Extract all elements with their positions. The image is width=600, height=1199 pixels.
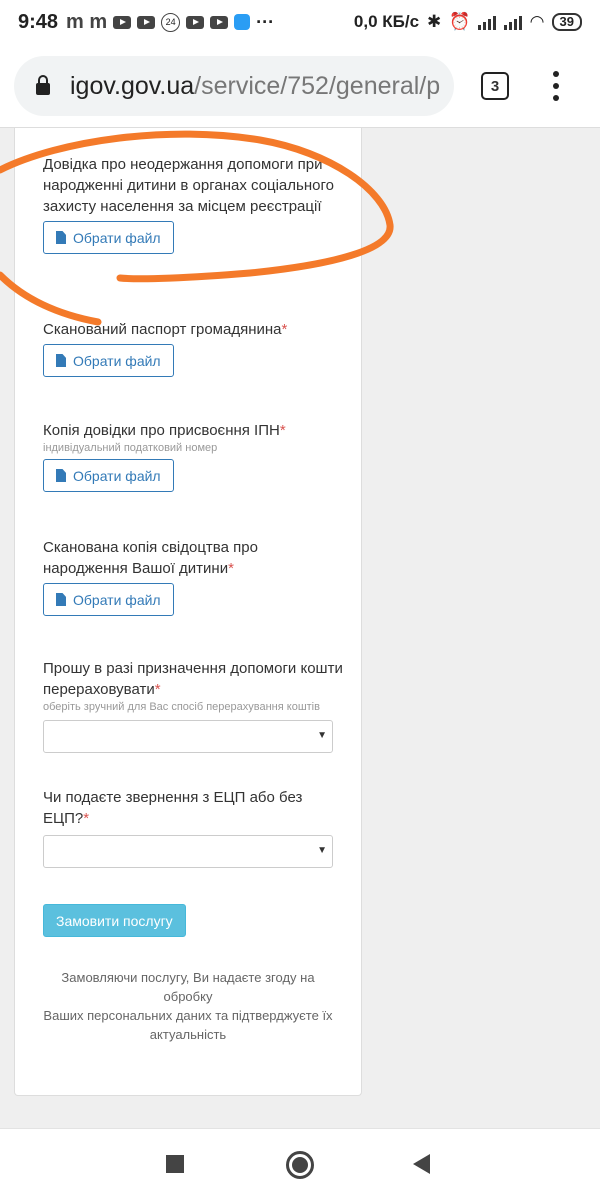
alarm-icon: ⏰: [449, 12, 471, 31]
required-marker: *: [154, 681, 161, 698]
choose-file-label: Обрати файл: [73, 352, 161, 369]
select-field-ecp: Чи подаєте звернення з ЕЦП або без ЕЦП?*…: [43, 787, 343, 868]
required-marker: *: [279, 422, 286, 439]
tab-switcher-button[interactable]: 3: [481, 72, 509, 100]
choose-file-label: Обрати файл: [73, 591, 161, 608]
field-label: Сканована копія свідоцтва про народження…: [43, 539, 258, 577]
status-time: 9:48: [18, 10, 59, 33]
select-field-payment-method: Прошу в разі призначення допомоги кошти …: [43, 658, 343, 753]
youtube-icon: [113, 15, 132, 29]
upload-field-birth-certificate: Сканована копія свідоцтва про народження…: [43, 537, 343, 616]
payment-method-select[interactable]: ▼: [43, 720, 333, 753]
field-label: Копія довідки про присвоєння ІПН: [43, 422, 280, 439]
dropdown-arrow-icon: ▼: [317, 730, 327, 741]
order-service-button[interactable]: Замовити послугу: [43, 904, 186, 937]
file-icon: [56, 231, 66, 244]
battery-icon: 39: [551, 13, 582, 31]
lock-icon[interactable]: [36, 75, 50, 95]
upload-field-benefit-certificate: Довідка про неодержання допомоги при нар…: [43, 154, 343, 254]
net-speed: 0,0 КБ/с: [353, 12, 420, 31]
required-marker: *: [228, 560, 234, 577]
field-label: Сканований паспорт громадянина: [43, 321, 282, 338]
upload-field-passport: Сканований паспорт громадянина* Обрати ф…: [43, 319, 343, 377]
consent-text: Замовляючи послугу, Ви надаєте згоду на …: [43, 968, 333, 1044]
bluetooth-icon: ✱: [427, 12, 442, 31]
choose-file-button[interactable]: Обрати файл: [43, 344, 174, 377]
field-label: Довідка про неодержання допомоги при нар…: [43, 156, 334, 215]
status-bar: 9:48 m m 24 ··· 0,0 КБ/с ✱ ⏰ ◠ 39: [0, 0, 600, 44]
back-icon[interactable]: [413, 1154, 430, 1174]
choose-file-label: Обрати файл: [73, 467, 161, 484]
youtube-icon: [210, 15, 229, 29]
choose-file-label: Обрати файл: [73, 229, 161, 246]
more-notifications-icon: ···: [256, 11, 275, 32]
choose-file-button[interactable]: Обрати файл: [43, 221, 174, 254]
required-marker: *: [83, 810, 90, 827]
consent-line: Замовляючи послугу, Ви надаєте згоду на …: [61, 970, 315, 1004]
form-panel: Довідка про неодержання допомоги при нар…: [14, 128, 362, 1096]
field-hint: індивідуальний податковий номер: [43, 442, 218, 454]
file-icon: [56, 469, 66, 482]
choose-file-button[interactable]: Обрати файл: [43, 459, 174, 492]
file-icon: [56, 354, 66, 367]
notif-24-icon: 24: [161, 12, 181, 32]
signal-icon: [478, 14, 497, 30]
file-icon: [56, 593, 66, 606]
required-marker: *: [281, 321, 288, 338]
field-label: Чи подаєте звернення з ЕЦП або без ЕЦП?: [43, 789, 303, 827]
field-hint: оберіть зручний для Вас спосіб перерахув…: [43, 701, 320, 713]
ecp-select[interactable]: ▼: [43, 835, 333, 868]
signal-icon: [504, 14, 523, 30]
youtube-icon: [186, 15, 205, 29]
system-nav-bar: [0, 1128, 600, 1199]
address-bar[interactable]: igov.gov.ua/service/752/general/p: [14, 56, 454, 116]
gmail-notif-icons: m m: [66, 10, 108, 33]
dropdown-arrow-icon: ▼: [317, 845, 327, 856]
choose-file-button[interactable]: Обрати файл: [43, 583, 174, 616]
field-label: Прошу в разі призначення допомоги кошти …: [43, 660, 343, 698]
consent-line: Ваших персональних даних та підтверджуєт…: [43, 1008, 333, 1042]
url-domain: igov.gov.ua: [70, 71, 195, 100]
upload-field-ipn: Копія довідки про присвоєння ІПН* індиві…: [43, 420, 343, 492]
browser-toolbar: igov.gov.ua/service/752/general/p 3: [0, 44, 600, 128]
stop-icon[interactable]: [166, 1155, 184, 1173]
url-path: /service/752/general/p: [194, 71, 441, 100]
url-text[interactable]: igov.gov.ua/service/752/general/p: [70, 72, 440, 101]
wifi-icon: ◠: [530, 12, 544, 31]
menu-icon[interactable]: [548, 71, 564, 101]
app-icon: [234, 14, 251, 30]
home-icon[interactable]: [286, 1151, 314, 1179]
notification-icons: m m 24 ···: [66, 11, 354, 34]
youtube-icon: [137, 15, 156, 29]
